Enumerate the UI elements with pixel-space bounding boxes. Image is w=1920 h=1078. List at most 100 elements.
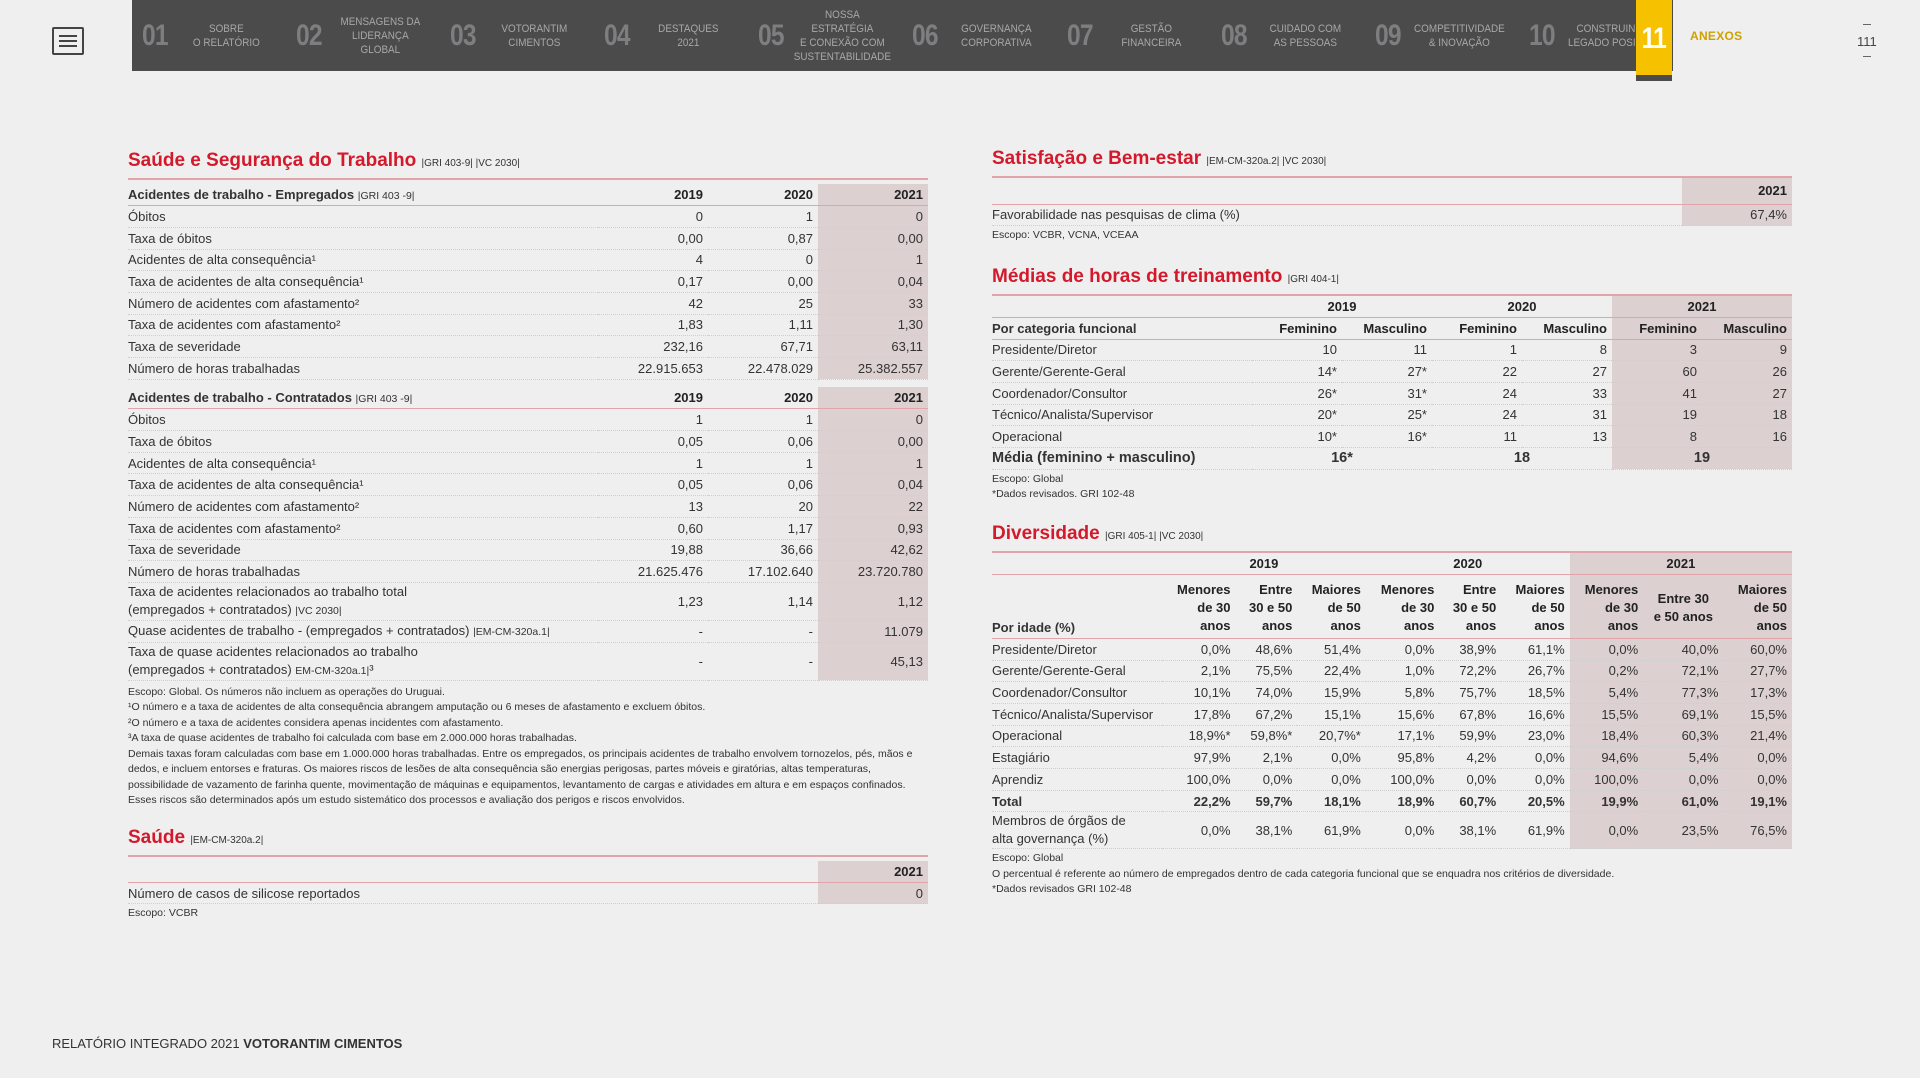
nav-label: COMPETITIVIDADE & INOVAÇÃO xyxy=(1413,22,1505,49)
row-value: 0 xyxy=(818,882,928,905)
cell-value: 18,9%* xyxy=(1162,725,1236,748)
nav-item-11-active[interactable]: 11 xyxy=(1636,0,1672,81)
table-row: Aprendiz 100,0% 0,0% 0,0% 100,0% 0,0% 0,0% 100,… xyxy=(992,768,1792,791)
cell-value: 33 xyxy=(1522,382,1612,405)
cell-value: 0,60 xyxy=(598,517,708,540)
age-header: Entre 30 e 50 anos xyxy=(1235,574,1298,639)
cell-value: 25.382.557 xyxy=(818,357,928,380)
row-label: Taxa de óbitos xyxy=(128,227,598,250)
section-title: Saúde e Segurança do Trabalho xyxy=(128,150,417,171)
table-row: Taxa de óbitos 0,05 0,06 0,00 xyxy=(128,430,928,453)
nav-item-07[interactable]: 07 GESTÃO FINANCEIRA xyxy=(1057,0,1211,71)
left-column: Saúde e Segurança do Trabalho |GRI 403-9… xyxy=(128,150,928,922)
cell-value: 16 xyxy=(1702,425,1792,448)
row-label: Acidentes de alta consequência¹ xyxy=(128,452,598,475)
nav-anexos-link[interactable]: ANEXOS xyxy=(1690,29,1742,43)
table-title: Acidentes de trabalho - Empregados |GRI … xyxy=(128,184,598,207)
cell-value: 27 xyxy=(1702,382,1792,405)
treinamento-table: 2019 2020 2021 Por categoria funcional Femin… xyxy=(992,295,1792,470)
cell-value: 5,4% xyxy=(1569,681,1644,704)
cell-value: 77,3% xyxy=(1643,681,1724,704)
row-label: Média (feminino + masculino) xyxy=(992,447,1252,470)
cell-value: - xyxy=(598,620,708,643)
cell-value: 1,0% xyxy=(1365,660,1440,683)
nav-item-03[interactable]: 03 VOTORANTIM CIMENTOS xyxy=(440,0,594,71)
row-label: Taxa de acidentes de alta consequência¹ xyxy=(128,270,598,293)
table-row: Número de horas trabalhadas 21.625.476 17.… xyxy=(128,560,928,583)
menu-icon[interactable] xyxy=(52,27,84,55)
cell-value: 15,9% xyxy=(1297,681,1366,704)
nav-label: VOTORANTIM CIMENTOS xyxy=(501,22,568,49)
row-label: Total xyxy=(992,790,1162,813)
cell-value: 22,4% xyxy=(1297,660,1366,683)
cell-value: 23,5% xyxy=(1643,811,1724,850)
section-treinamento: Médias de horas de treinamento |GRI 404-… xyxy=(992,266,1792,503)
cell-value: 22 xyxy=(1432,360,1522,383)
cell-value: 1 xyxy=(708,205,818,228)
nav-label: NOSSA ESTRATÉGIA E CONEXÃO COM SUSTENTABIL… xyxy=(794,8,892,63)
nav-item-04[interactable]: 04 DESTAQUES 2021 xyxy=(594,0,748,71)
cell-value: 60,7% xyxy=(1439,790,1502,813)
cell-value: 0,00 xyxy=(598,227,708,250)
row-label: Taxa de acidentes com afastamento² xyxy=(128,517,598,540)
age-header: Maiores de 50 anos xyxy=(1501,574,1570,639)
gender-header: Masculino xyxy=(1702,317,1792,340)
table-row: Taxa de óbitos 0,00 0,87 0,00 xyxy=(128,227,928,250)
cell-value: 23,0% xyxy=(1501,725,1570,748)
nav-item-09[interactable]: 09 COMPETITIVIDADE & INOVAÇÃO xyxy=(1365,0,1519,71)
cell-value: 19,9% xyxy=(1569,790,1644,813)
row-label: Taxa de acidentes de alta consequência¹ xyxy=(128,473,598,497)
cell-value: 0,0% xyxy=(1569,811,1644,850)
cell-value: 100,0% xyxy=(1569,768,1644,791)
nav-item-06[interactable]: 06 GOVERNANÇA CORPORATIVA xyxy=(902,0,1056,71)
row-label: Número de horas trabalhadas xyxy=(128,357,598,380)
table-row: Gerente/Gerente-Geral 14* 27* 22 27 60 26 xyxy=(992,360,1792,383)
row-label: Acidentes de alta consequência¹ xyxy=(128,249,598,272)
cell-value: 100,0% xyxy=(1365,768,1440,791)
nav-item-01[interactable]: 01 SOBRE O RELATÓRIO xyxy=(132,0,286,71)
cell-value: 15,6% xyxy=(1365,703,1440,726)
section-satisfacao: Satisfação e Bem-estar |EM-CM-320a.2| |V… xyxy=(992,148,1792,244)
cell-value: 0 xyxy=(818,408,928,432)
cell-value: 21,4% xyxy=(1723,725,1792,748)
table-row: Número de acidentes com afastamento² 13 20… xyxy=(128,495,928,518)
cell-value: 0,0% xyxy=(1501,768,1570,791)
cell-value: 14* xyxy=(1252,360,1342,383)
cell-value: 19,1% xyxy=(1723,790,1792,813)
cell-value: 69,1% xyxy=(1643,703,1724,726)
section-tag: |EM-CM-320a.2| |VC 2030| xyxy=(1206,156,1327,167)
year-header: 2020 xyxy=(1432,295,1612,318)
nav-num: 03 xyxy=(450,18,477,52)
cell-value: 26,7% xyxy=(1501,660,1570,683)
cell-value: 0,05 xyxy=(598,473,708,497)
cell-value: 0,87 xyxy=(708,227,818,250)
cell-value: 1,23 xyxy=(598,582,708,621)
table-row: Número de acidentes com afastamento² 42 25… xyxy=(128,292,928,315)
nav-item-05[interactable]: 05 NOSSA ESTRATÉGIA E CONEXÃO COM SUSTENTAB… xyxy=(748,0,902,71)
cell-value: 97,9% xyxy=(1162,746,1236,769)
row-label: Técnico/Analista/Supervisor xyxy=(992,703,1162,726)
year-header: 2021 xyxy=(818,860,928,883)
footer-brand: VOTORANTIM CIMENTOS xyxy=(243,1036,403,1051)
cell-value: 0,0% xyxy=(1235,768,1298,791)
nav-num: 01 xyxy=(142,18,169,52)
cell-value: 45,13 xyxy=(818,642,928,681)
nav-item-02[interactable]: 02 MENSAGENS DA LIDERANÇA GLOBAL xyxy=(286,0,440,71)
cell-value: 22 xyxy=(818,495,928,518)
nav-num: 08 xyxy=(1220,18,1248,52)
row-label: Presidente/Diretor xyxy=(992,339,1252,362)
cell-value: 0,0% xyxy=(1569,638,1644,661)
cell-value: - xyxy=(708,642,818,681)
table-row: Taxa de acidentes de alta consequência¹ 0… xyxy=(128,473,928,497)
cell-value: 18 xyxy=(1702,404,1792,427)
nav-item-08[interactable]: 08 CUIDADO COM AS PESSOAS xyxy=(1211,0,1365,71)
cell-value: 19 xyxy=(1612,404,1702,427)
cell-value: 20 xyxy=(708,495,818,518)
nav-num: 04 xyxy=(604,18,631,52)
section-title: Diversidade xyxy=(992,522,1100,544)
cell-value: 61,0% xyxy=(1643,790,1724,813)
year-header: 2019 xyxy=(598,184,708,207)
satisfacao-table: 2021 Favorabilidade nas pesquisas de cli… xyxy=(992,178,1792,227)
cell-value: 67,2% xyxy=(1235,703,1298,726)
cell-value: 0,0% xyxy=(1365,638,1440,661)
